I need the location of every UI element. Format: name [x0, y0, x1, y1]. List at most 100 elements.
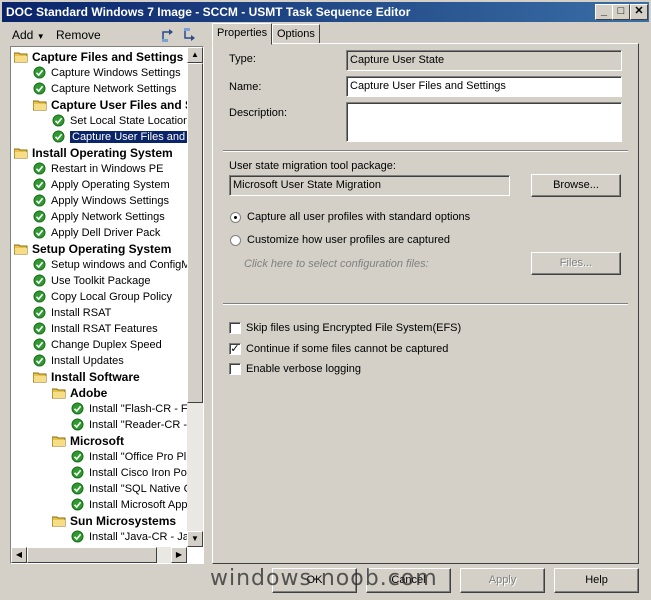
tab-options[interactable]: Options	[272, 24, 320, 44]
maximize-button[interactable]: □	[612, 4, 630, 20]
tree-step[interactable]: Install "SQL Native C	[71, 481, 187, 497]
tab-properties[interactable]: Properties	[212, 23, 273, 45]
move-up-icon[interactable]	[160, 27, 176, 45]
tree-group[interactable]: Setup Operating System	[13, 241, 171, 257]
checkmark-icon	[33, 178, 47, 191]
tree-step[interactable]: Capture User Files and	[52, 129, 187, 145]
checkmark-icon	[71, 498, 85, 511]
tree-group[interactable]: Sun Microsystems	[51, 513, 177, 529]
scroll-up-icon[interactable]: ▲	[187, 47, 203, 63]
tree-item-label: Apply Windows Settings	[51, 195, 169, 207]
scroll-right-icon[interactable]: ▶	[171, 547, 187, 563]
tree-step[interactable]: Apply Network Settings	[33, 209, 165, 225]
tree-step[interactable]: Install RSAT Features	[33, 321, 158, 337]
tree-item-label: Microsoft	[70, 434, 124, 448]
description-label: Description:	[229, 107, 288, 119]
checkbox-skip-efs-label[interactable]: Skip files using Encrypted File System(E…	[246, 322, 461, 334]
checkmark-icon	[33, 226, 47, 239]
tree-item-label: Sun Microsystems	[70, 514, 177, 528]
folder-icon	[51, 435, 66, 447]
tree-step[interactable]: Set Local State Location	[52, 113, 187, 129]
tree-step[interactable]: Install Microsoft App	[71, 497, 187, 513]
vertical-scroll-thumb[interactable]	[187, 63, 203, 403]
tree-group[interactable]: Install Operating System	[13, 145, 173, 161]
horizontal-scroll-thumb[interactable]	[27, 547, 157, 563]
tree-item-label: Copy Local Group Policy	[51, 291, 173, 303]
tree-step[interactable]: Install RSAT	[33, 305, 111, 321]
radio-customize[interactable]	[230, 235, 241, 246]
tree-group[interactable]: Capture User Files and S	[32, 97, 187, 113]
browse-button[interactable]: Browse...	[531, 174, 621, 197]
move-down-icon[interactable]	[182, 27, 198, 45]
tree-group[interactable]: Adobe	[51, 385, 107, 401]
add-menu-button[interactable]: Add ▼	[12, 26, 45, 44]
folder-icon	[13, 243, 28, 255]
checkmark-icon	[71, 418, 85, 431]
package-field: Microsoft User State Migration	[229, 175, 510, 196]
files-button[interactable]: Files...	[531, 252, 621, 275]
tree-step[interactable]: Install "Reader-CR -	[71, 417, 187, 433]
checkmark-icon	[71, 402, 85, 415]
folder-icon	[51, 387, 66, 399]
checkmark-icon	[52, 130, 66, 143]
tree-item-label: Install "Java-CR - Ja	[89, 531, 187, 543]
checkmark-icon	[71, 482, 85, 495]
tree-step[interactable]: Install Updates	[33, 353, 124, 369]
tree-step[interactable]: Apply Windows Settings	[33, 193, 169, 209]
tree-step[interactable]: Apply Dell Driver Pack	[33, 225, 160, 241]
tree-item-label: Install Updates	[51, 355, 124, 367]
title-bar[interactable]: DOC Standard Windows 7 Image - SCCM - US…	[2, 2, 649, 22]
tree-group[interactable]: Capture Files and Settings	[13, 49, 184, 65]
checkmark-icon	[71, 530, 85, 543]
apply-button[interactable]: Apply	[460, 568, 545, 593]
checkbox-continue[interactable]: ✓	[229, 343, 241, 355]
toolbar: Add ▼ Remove	[8, 24, 208, 46]
tree-step[interactable]: Use Toolkit Package	[33, 273, 150, 289]
tree-horizontal-scrollbar[interactable]: ◀ ▶	[11, 547, 187, 563]
radio-capture-all-label[interactable]: Capture all user profiles with standard …	[247, 211, 470, 223]
scroll-left-icon[interactable]: ◀	[11, 547, 27, 563]
tree-step[interactable]: Capture Network Settings	[33, 81, 176, 97]
checkmark-icon	[33, 338, 47, 351]
scroll-down-icon[interactable]: ▼	[187, 531, 203, 547]
tree-item-label: Install "Office Pro Pl	[89, 451, 187, 463]
tree-item-label: Install "Flash-CR - F	[89, 403, 187, 415]
dropdown-arrow-icon: ▼	[36, 32, 45, 41]
tree-step[interactable]: Capture Windows Settings	[33, 65, 181, 81]
tree-step[interactable]: Install Cisco Iron Po	[71, 465, 187, 481]
checkmark-icon	[71, 450, 85, 463]
tree-step[interactable]: Setup windows and ConfigM	[33, 257, 187, 273]
folder-icon	[51, 515, 66, 527]
description-input[interactable]	[346, 102, 622, 142]
radio-customize-label[interactable]: Customize how user profiles are captured	[247, 234, 450, 246]
tree-step[interactable]: Restart in Windows PE	[33, 161, 163, 177]
checkmark-icon	[33, 258, 47, 271]
minimize-button[interactable]: _	[595, 4, 613, 20]
type-label: Type:	[229, 53, 256, 65]
checkmark-icon	[52, 114, 66, 127]
help-button[interactable]: Help	[554, 568, 639, 593]
remove-button[interactable]: Remove	[56, 26, 101, 44]
checkbox-verbose[interactable]	[229, 363, 241, 375]
tree-step[interactable]: Apply Operating System	[33, 177, 170, 193]
tree-step[interactable]: Copy Local Group Policy	[33, 289, 172, 305]
tree-step[interactable]: Change Duplex Speed	[33, 337, 162, 353]
checkbox-skip-efs[interactable]	[229, 322, 241, 334]
tree-step[interactable]: Install "Java-CR - Ja	[71, 529, 187, 545]
tree-item-label: Capture User Files and S	[51, 98, 187, 112]
checkmark-icon	[33, 306, 47, 319]
name-input[interactable]: Capture User Files and Settings	[346, 76, 622, 97]
task-sequence-tree[interactable]: Capture Files and Settings Capture Window…	[10, 46, 204, 564]
tree-item-label: Install Microsoft App	[89, 499, 187, 511]
tree-vertical-scrollbar[interactable]: ▲ ▼	[187, 47, 203, 547]
close-button[interactable]: ✕	[630, 4, 648, 20]
tree-step[interactable]: Install "Office Pro Pl	[71, 449, 186, 465]
tree-step[interactable]: Install "Flash-CR - F	[71, 401, 187, 417]
radio-capture-all[interactable]	[230, 212, 241, 223]
checkbox-verbose-label[interactable]: Enable verbose logging	[246, 363, 361, 375]
tree-item-label: Capture Files and Settings	[32, 50, 184, 64]
tree-group[interactable]: Microsoft	[51, 433, 124, 449]
folder-icon	[32, 371, 47, 383]
tree-group[interactable]: Install Software	[32, 369, 140, 385]
checkbox-continue-label[interactable]: Continue if some files cannot be capture…	[246, 343, 448, 355]
